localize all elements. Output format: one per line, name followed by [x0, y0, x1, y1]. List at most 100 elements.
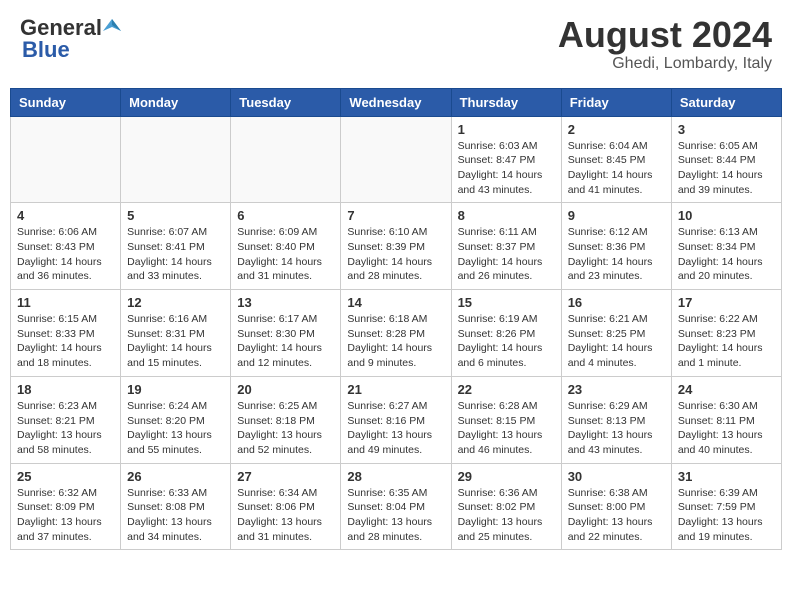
- day-number: 11: [17, 295, 114, 310]
- day-number: 16: [568, 295, 665, 310]
- col-header-thursday: Thursday: [451, 88, 561, 116]
- calendar-cell: 4Sunrise: 6:06 AM Sunset: 8:43 PM Daylig…: [11, 203, 121, 290]
- calendar-cell: 1 Sunrise: 6:03 AM Sunset: 8:47 PM Daylig…: [451, 116, 561, 203]
- day-info: Sunrise: 6:16 AM Sunset: 8:31 PM Dayligh…: [127, 312, 224, 371]
- calendar-cell: 31 Sunrise: 6:39 AM Sunset: 7:59 PM Dayli…: [671, 463, 781, 550]
- day-number: 14: [347, 295, 444, 310]
- logo: General Blue: [20, 15, 121, 63]
- day-info: Sunrise: 6:38 AM Sunset: 8:00 PM Dayligh…: [568, 486, 665, 545]
- day-info: Sunrise: 6:12 AM Sunset: 8:36 PM Dayligh…: [568, 225, 665, 284]
- day-info: Sunrise: 6:30 AM Sunset: 8:11 PM Dayligh…: [678, 399, 775, 458]
- day-info: Sunrise: 6:09 AM Sunset: 8:40 PM Dayligh…: [237, 225, 334, 284]
- day-number: 27: [237, 469, 334, 484]
- calendar-cell: 20 Sunrise: 6:25 AM Sunset: 8:18 PM Dayli…: [231, 376, 341, 463]
- day-number: 6: [237, 208, 334, 223]
- header: General Blue August 2024 Ghedi, Lombardy…: [10, 10, 782, 78]
- calendar-cell: 7 Sunrise: 6:10 AM Sunset: 8:39 PM Daylig…: [341, 203, 451, 290]
- day-number: 28: [347, 469, 444, 484]
- calendar-cell: 10 Sunrise: 6:13 AM Sunset: 8:34 PM Dayli…: [671, 203, 781, 290]
- day-number: 5: [127, 208, 224, 223]
- day-number: 31: [678, 469, 775, 484]
- calendar-cell: 30 Sunrise: 6:38 AM Sunset: 8:00 PM Dayli…: [561, 463, 671, 550]
- logo-bird-icon: [103, 17, 121, 35]
- day-number: 18: [17, 382, 114, 397]
- calendar-cell: 23 Sunrise: 6:29 AM Sunset: 8:13 PM Dayli…: [561, 376, 671, 463]
- calendar-cell: [11, 116, 121, 203]
- calendar-week-row: 1 Sunrise: 6:03 AM Sunset: 8:47 PM Daylig…: [11, 116, 782, 203]
- day-number: 26: [127, 469, 224, 484]
- calendar-cell: 28 Sunrise: 6:35 AM Sunset: 8:04 PM Dayli…: [341, 463, 451, 550]
- day-info: Sunrise: 6:11 AM Sunset: 8:37 PM Dayligh…: [458, 225, 555, 284]
- day-info: Sunrise: 6:03 AM Sunset: 8:47 PM Dayligh…: [458, 139, 555, 198]
- calendar-cell: 12 Sunrise: 6:16 AM Sunset: 8:31 PM Dayli…: [121, 290, 231, 377]
- day-number: 24: [678, 382, 775, 397]
- calendar-table: SundayMondayTuesdayWednesdayThursdayFrid…: [10, 88, 782, 551]
- day-number: 12: [127, 295, 224, 310]
- day-number: 8: [458, 208, 555, 223]
- day-number: 1: [458, 122, 555, 137]
- day-number: 23: [568, 382, 665, 397]
- col-header-sunday: Sunday: [11, 88, 121, 116]
- col-header-wednesday: Wednesday: [341, 88, 451, 116]
- calendar-cell: 27 Sunrise: 6:34 AM Sunset: 8:06 PM Dayli…: [231, 463, 341, 550]
- day-number: 19: [127, 382, 224, 397]
- calendar-cell: 15 Sunrise: 6:19 AM Sunset: 8:26 PM Dayli…: [451, 290, 561, 377]
- day-number: 30: [568, 469, 665, 484]
- calendar-cell: 19 Sunrise: 6:24 AM Sunset: 8:20 PM Dayli…: [121, 376, 231, 463]
- calendar-cell: 5 Sunrise: 6:07 AM Sunset: 8:41 PM Daylig…: [121, 203, 231, 290]
- day-info: Sunrise: 6:21 AM Sunset: 8:25 PM Dayligh…: [568, 312, 665, 371]
- calendar-cell: 22 Sunrise: 6:28 AM Sunset: 8:15 PM Dayli…: [451, 376, 561, 463]
- day-number: 7: [347, 208, 444, 223]
- day-info: Sunrise: 6:05 AM Sunset: 8:44 PM Dayligh…: [678, 139, 775, 198]
- day-info: Sunrise: 6:22 AM Sunset: 8:23 PM Dayligh…: [678, 312, 775, 371]
- day-info: Sunrise: 6:19 AM Sunset: 8:26 PM Dayligh…: [458, 312, 555, 371]
- calendar-week-row: 18 Sunrise: 6:23 AM Sunset: 8:21 PM Dayli…: [11, 376, 782, 463]
- day-number: 22: [458, 382, 555, 397]
- day-number: 29: [458, 469, 555, 484]
- day-info: Sunrise: 6:13 AM Sunset: 8:34 PM Dayligh…: [678, 225, 775, 284]
- calendar-week-row: 11 Sunrise: 6:15 AM Sunset: 8:33 PM Dayli…: [11, 290, 782, 377]
- day-info: Sunrise: 6:34 AM Sunset: 8:06 PM Dayligh…: [237, 486, 334, 545]
- day-number: 9: [568, 208, 665, 223]
- day-number: 15: [458, 295, 555, 310]
- day-info: Sunrise: 6:29 AM Sunset: 8:13 PM Dayligh…: [568, 399, 665, 458]
- day-number: 20: [237, 382, 334, 397]
- day-info: Sunrise: 6:33 AM Sunset: 8:08 PM Dayligh…: [127, 486, 224, 545]
- day-number: 3: [678, 122, 775, 137]
- day-info: Sunrise: 6:25 AM Sunset: 8:18 PM Dayligh…: [237, 399, 334, 458]
- calendar-cell: 29Sunrise: 6:36 AM Sunset: 8:02 PM Dayli…: [451, 463, 561, 550]
- day-number: 17: [678, 295, 775, 310]
- day-number: 21: [347, 382, 444, 397]
- calendar-cell: 18 Sunrise: 6:23 AM Sunset: 8:21 PM Dayli…: [11, 376, 121, 463]
- calendar-cell: 16 Sunrise: 6:21 AM Sunset: 8:25 PM Dayli…: [561, 290, 671, 377]
- calendar-cell: 6 Sunrise: 6:09 AM Sunset: 8:40 PM Daylig…: [231, 203, 341, 290]
- day-number: 10: [678, 208, 775, 223]
- calendar-cell: 14Sunrise: 6:18 AM Sunset: 8:28 PM Dayli…: [341, 290, 451, 377]
- calendar-header-row: SundayMondayTuesdayWednesdayThursdayFrid…: [11, 88, 782, 116]
- day-info: Sunrise: 6:39 AM Sunset: 7:59 PM Dayligh…: [678, 486, 775, 545]
- day-info: Sunrise: 6:10 AM Sunset: 8:39 PM Dayligh…: [347, 225, 444, 284]
- calendar-cell: [121, 116, 231, 203]
- col-header-saturday: Saturday: [671, 88, 781, 116]
- day-info: Sunrise: 6:23 AM Sunset: 8:21 PM Dayligh…: [17, 399, 114, 458]
- calendar-cell: 26 Sunrise: 6:33 AM Sunset: 8:08 PM Dayli…: [121, 463, 231, 550]
- day-info: Sunrise: 6:15 AM Sunset: 8:33 PM Dayligh…: [17, 312, 114, 371]
- month-title: August 2024: [558, 15, 772, 55]
- calendar-cell: 9 Sunrise: 6:12 AM Sunset: 8:36 PM Daylig…: [561, 203, 671, 290]
- calendar-cell: 8 Sunrise: 6:11 AM Sunset: 8:37 PM Daylig…: [451, 203, 561, 290]
- day-number: 2: [568, 122, 665, 137]
- day-number: 25: [17, 469, 114, 484]
- day-number: 4: [17, 208, 114, 223]
- day-info: Sunrise: 6:35 AM Sunset: 8:04 PM Dayligh…: [347, 486, 444, 545]
- logo-blue-text: Blue: [22, 37, 70, 62]
- calendar-week-row: 25Sunrise: 6:32 AM Sunset: 8:09 PM Dayli…: [11, 463, 782, 550]
- calendar-cell: 25Sunrise: 6:32 AM Sunset: 8:09 PM Dayli…: [11, 463, 121, 550]
- day-info: Sunrise: 6:07 AM Sunset: 8:41 PM Dayligh…: [127, 225, 224, 284]
- day-info: Sunrise: 6:28 AM Sunset: 8:15 PM Dayligh…: [458, 399, 555, 458]
- calendar-cell: [231, 116, 341, 203]
- title-area: August 2024 Ghedi, Lombardy, Italy: [558, 15, 772, 73]
- calendar-cell: 24 Sunrise: 6:30 AM Sunset: 8:11 PM Dayli…: [671, 376, 781, 463]
- day-info: Sunrise: 6:24 AM Sunset: 8:20 PM Dayligh…: [127, 399, 224, 458]
- day-number: 13: [237, 295, 334, 310]
- calendar-cell: 11 Sunrise: 6:15 AM Sunset: 8:33 PM Dayli…: [11, 290, 121, 377]
